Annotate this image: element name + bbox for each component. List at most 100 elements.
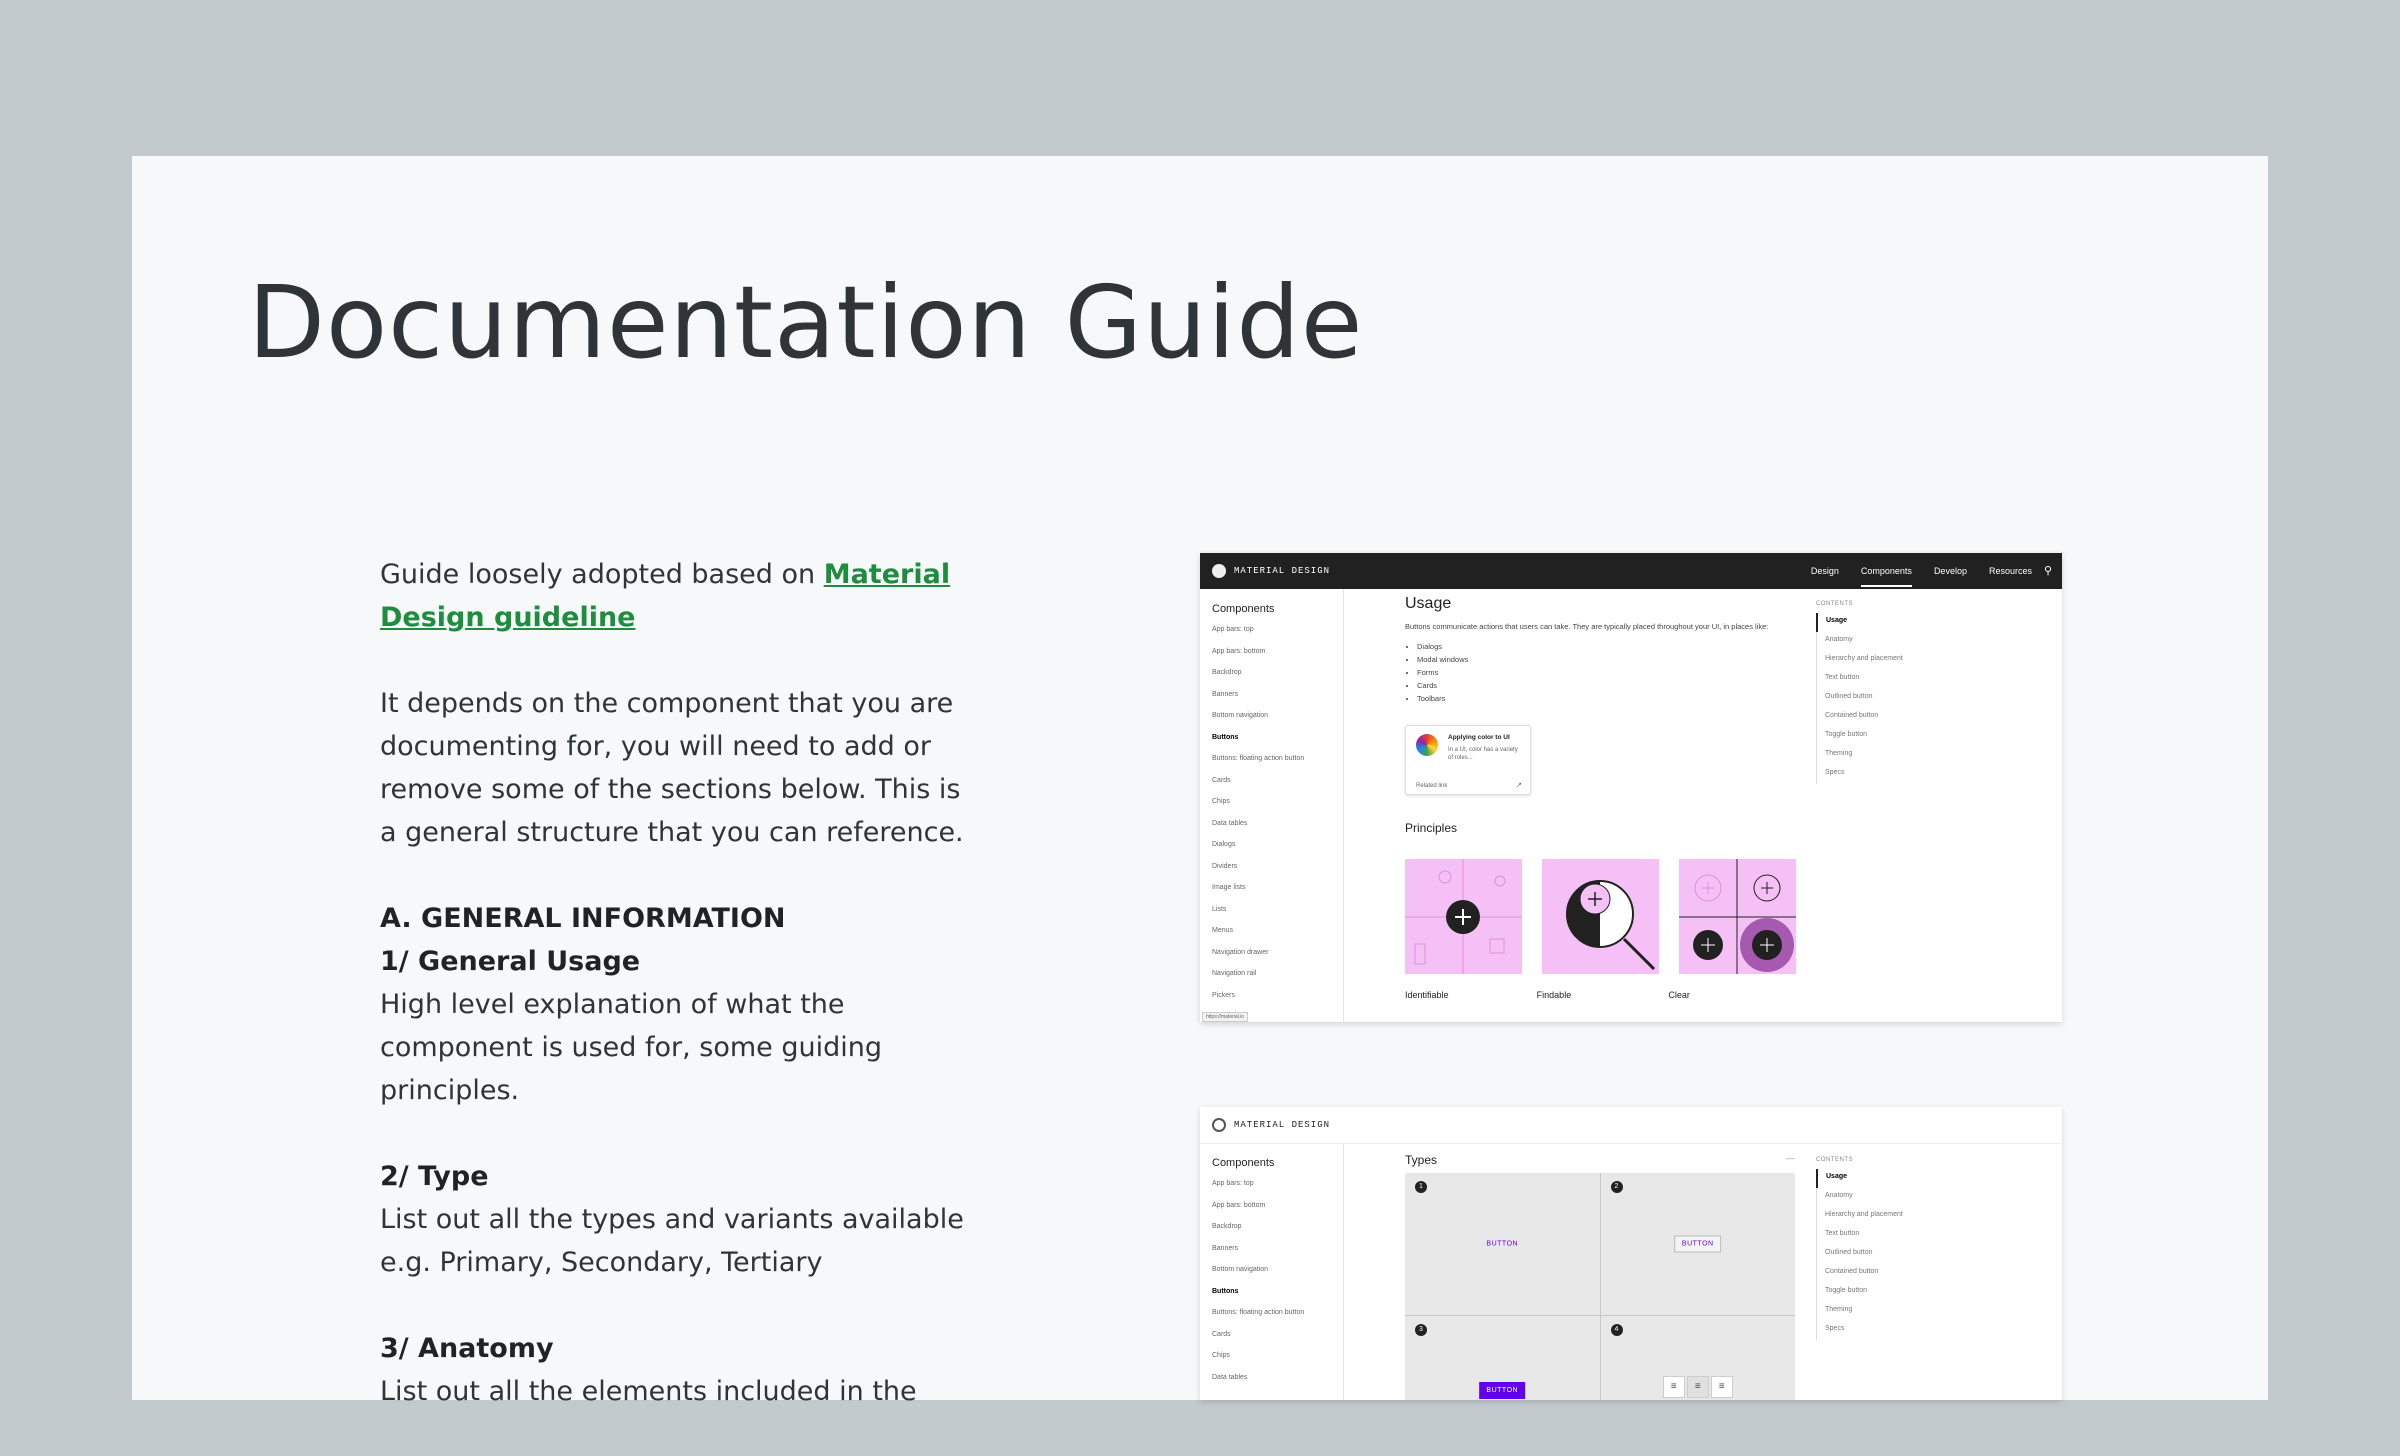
number-badge: 2 — [1610, 1181, 1623, 1193]
brand-name: MATERIAL DESIGN — [1234, 566, 1331, 576]
toc-item[interactable]: Outlined button — [1816, 1245, 1936, 1264]
principle-tiles — [1405, 859, 1800, 974]
sidebar-item[interactable]: Dividers — [1212, 860, 1343, 882]
section-anatomy: 3/ Anatomy List out all the elements inc… — [380, 1327, 980, 1413]
principle-labels: Identifiable Findable Clear — [1405, 990, 1800, 1000]
sidebar-item[interactable]: Chips — [1212, 795, 1343, 817]
sidebar-item[interactable]: Data tables — [1212, 1371, 1343, 1393]
material-usage-screenshot: MATERIAL DESIGN Design Components Develo… — [1200, 553, 2062, 1022]
findable-icon — [1566, 880, 1656, 971]
sidebar-item[interactable]: Backdrop — [1212, 1220, 1343, 1242]
related-card[interactable]: Applying color to UI In a UI, color has … — [1405, 725, 1531, 795]
structure-paragraph: It depends on the component that you are… — [380, 688, 964, 848]
contained-button-example[interactable]: BUTTON — [1479, 1382, 1526, 1399]
nav-components[interactable]: Components — [1860, 555, 1912, 587]
toc-item[interactable]: Contained button — [1816, 708, 1936, 727]
label-findable: Findable — [1536, 990, 1572, 1000]
guide-text: Guide loosely adopted based on Material … — [380, 553, 980, 1456]
sidebar-item[interactable]: Pickers — [1212, 989, 1343, 1011]
nav-resources[interactable]: Resources — [1989, 566, 2032, 576]
usage-text: Buttons communicate actions that users c… — [1405, 622, 1769, 631]
sidebar-item[interactable]: Menus — [1212, 924, 1343, 946]
align-right-icon[interactable]: ≡ — [1710, 1376, 1733, 1398]
sidebar-item[interactable]: App bars: top — [1212, 623, 1343, 645]
types-section: Types — 1 BUTTON 2 BUTTON 3 BUTTON 4 ≡ ≡ — [1405, 1143, 1795, 1400]
type-toggle-button: 4 ≡ ≡ ≡ — [1600, 1316, 1795, 1400]
related-link[interactable]: Related link — [1416, 783, 1447, 789]
sidebar-item[interactable]: Cards — [1212, 1328, 1343, 1350]
identifiable-icon — [1405, 859, 1522, 974]
sidebar-item[interactable]: App bars: bottom — [1212, 1199, 1343, 1221]
card-title: Applying color to UI — [1448, 734, 1510, 741]
toc-item[interactable]: Outlined button — [1816, 689, 1936, 708]
sidebar-item[interactable]: App bars: top — [1212, 1177, 1343, 1199]
outlined-button-example[interactable]: BUTTON — [1673, 1235, 1722, 1253]
sidebar-item[interactable]: Data tables — [1212, 817, 1343, 839]
sidebar-item[interactable]: Bottom navigation — [1212, 709, 1343, 731]
card-text: In a UI, color has a variety of roles... — [1448, 747, 1518, 761]
anatomy-text: List out all the elements included in th… — [380, 1376, 917, 1407]
toc-item[interactable]: Usage — [1816, 1169, 1936, 1188]
sidebar-item[interactable]: Backdrop — [1212, 666, 1343, 688]
collapse-icon[interactable]: — — [1786, 1153, 1795, 1167]
type-text-button: 1 BUTTON — [1405, 1173, 1600, 1315]
sidebar-item[interactable]: Buttons: floating action button — [1212, 1306, 1343, 1328]
sidebar-item[interactable]: Cards — [1212, 774, 1343, 796]
toc-item[interactable]: Anatomy — [1816, 1188, 1936, 1207]
toc-item[interactable]: Toggle button — [1816, 727, 1936, 746]
sidebar-item[interactable]: Navigation rail — [1212, 967, 1343, 989]
toc-item[interactable]: Specs — [1816, 1321, 1936, 1340]
findable-illustration — [1542, 859, 1659, 974]
intro-paragraph: Guide loosely adopted based on Material … — [380, 553, 980, 639]
text-button-example[interactable]: BUTTON — [1486, 1241, 1518, 1248]
toc-item[interactable]: Anatomy — [1816, 632, 1936, 651]
components-sidebar: Components App bars: top App bars: bottom… — [1200, 589, 1344, 1022]
color-wheel-icon — [1416, 734, 1438, 756]
label-clear: Clear — [1668, 990, 1690, 1000]
sidebar-item[interactable]: Buttons: floating action button — [1212, 752, 1343, 774]
clear-icon — [1679, 859, 1796, 974]
page-title: Documentation Guide — [248, 264, 1364, 381]
nav-design[interactable]: Design — [1811, 566, 1839, 576]
arrow-icon: ↗ — [1516, 782, 1522, 789]
types-title: Types — [1405, 1153, 1438, 1167]
sidebar-item[interactable]: Buttons — [1212, 731, 1343, 753]
toc-item[interactable]: Hierarchy and placement — [1816, 1207, 1936, 1226]
contents-heading: CONTENTS — [1816, 601, 1853, 607]
toc-item[interactable]: Specs — [1816, 765, 1936, 784]
sidebar-item[interactable]: Bottom navigation — [1212, 1263, 1343, 1285]
material-logo-icon — [1212, 564, 1226, 578]
toc-item[interactable]: Theming — [1816, 1302, 1936, 1321]
list-item: Toolbars — [1417, 692, 1800, 705]
sidebar-item[interactable]: Banners — [1212, 688, 1343, 710]
section-a-heading: A. GENERAL INFORMATION — [380, 903, 786, 934]
list-item: Modal windows — [1417, 653, 1800, 666]
section-general-usage: A. GENERAL INFORMATION 1/ General Usage … — [380, 897, 980, 1112]
search-icon[interactable]: ⚲ — [2044, 564, 2052, 577]
material-types-screenshot: MATERIAL DESIGN Components App bars: top… — [1200, 1107, 2062, 1400]
sidebar-item[interactable]: Navigation drawer — [1212, 946, 1343, 968]
toc-item[interactable]: Usage — [1816, 613, 1936, 632]
sidebar-item[interactable]: App bars: bottom — [1212, 645, 1343, 667]
toc-item[interactable]: Hierarchy and placement — [1816, 651, 1936, 670]
general-usage-heading: 1/ General Usage — [380, 946, 641, 977]
toc-item[interactable]: Theming — [1816, 746, 1936, 765]
sidebar-item[interactable]: Image lists — [1212, 881, 1343, 903]
sidebar-item[interactable]: Lists — [1212, 903, 1343, 925]
toc-item[interactable]: Text button — [1816, 670, 1936, 689]
sidebar-item[interactable]: Chips — [1212, 1349, 1343, 1371]
sidebar-item[interactable]: Dialogs — [1212, 838, 1343, 860]
toc-item[interactable]: Toggle button — [1816, 1283, 1936, 1302]
align-left-icon[interactable]: ≡ — [1662, 1376, 1685, 1398]
sidebar-item[interactable]: Buttons — [1212, 1285, 1343, 1307]
label-identifiable: Identifiable — [1405, 990, 1449, 1000]
contents-nav: CONTENTS Usage Anatomy Hierarchy and place… — [1816, 1157, 1936, 1340]
align-center-icon[interactable]: ≡ — [1686, 1376, 1709, 1398]
nav-develop[interactable]: Develop — [1934, 566, 1967, 576]
sidebar-item[interactable]: Banners — [1212, 1242, 1343, 1264]
usage-title: Usage — [1405, 595, 1452, 612]
types-grid: 1 BUTTON 2 BUTTON 3 BUTTON 4 ≡ ≡ ≡ — [1405, 1173, 1795, 1400]
toc-item[interactable]: Text button — [1816, 1226, 1936, 1245]
list-item: Dialogs — [1417, 640, 1800, 653]
toc-item[interactable]: Contained button — [1816, 1264, 1936, 1283]
